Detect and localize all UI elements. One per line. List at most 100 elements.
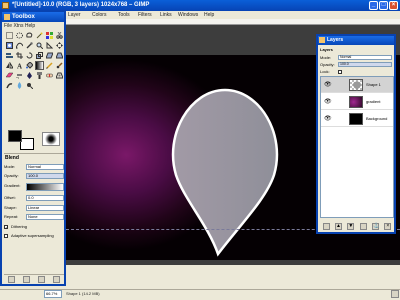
duplicate-layer-icon[interactable] [359,222,367,230]
lock-alpha-checkbox[interactable] [338,70,342,74]
blur-icon[interactable] [15,81,24,90]
delete-layer-icon[interactable]: × [384,222,392,230]
restore-options-icon[interactable] [23,276,30,283]
layers-bottom-bar: ▲ ▼ ⚓ × [320,221,394,231]
clone-icon[interactable] [35,71,44,80]
options-separator [4,153,64,154]
adaptive-supersampling-checkbox[interactable] [4,234,8,238]
raise-layer-icon[interactable]: ▲ [334,222,342,230]
mode-row: Mode: Normal [4,163,64,171]
menu-layer[interactable]: Layer [68,12,81,18]
zoom-select[interactable]: 66.7% [44,290,62,298]
repeat-select[interactable]: None [26,214,64,220]
opacity-slider[interactable]: 100.0 [26,173,64,179]
background-color-swatch[interactable] [20,138,34,150]
layer-row-background[interactable]: 👁 Background [321,111,393,127]
lower-layer-icon[interactable]: ▼ [347,222,355,230]
menu-colors[interactable]: Colors [92,12,106,18]
reset-options-icon[interactable] [53,276,60,283]
image-window-title: *[Untitled]-10.0 (RGB, 3 layers) 1024x76… [12,2,150,8]
gimp-app-icon [4,14,10,20]
zoom-icon[interactable] [35,41,44,50]
paths-icon[interactable] [15,41,24,50]
measure-icon[interactable] [45,41,54,50]
tool-grid: A [5,31,63,90]
navigate-button[interactable] [391,290,399,298]
layer-row-shape1[interactable]: 👁 Shape 1 [321,77,393,93]
repeat-label: Repeat: [4,214,19,219]
shear-icon[interactable] [45,51,54,60]
dodge-burn-icon[interactable] [25,81,34,90]
gimp-app-icon [2,2,9,9]
perspective-clone-icon[interactable] [55,71,64,80]
anchor-layer-icon[interactable]: ⚓ [371,222,379,230]
perspective-icon[interactable] [55,51,64,60]
ink-icon[interactable] [25,71,34,80]
pencil-icon[interactable] [45,61,54,70]
flip-icon[interactable] [5,61,14,70]
scissors-icon[interactable] [55,31,64,40]
paintbrush-icon[interactable] [55,61,64,70]
toolbox-title: Toolbox [12,14,35,20]
foreground-color-swatch[interactable] [8,130,22,142]
shape-select[interactable]: Linear [26,205,64,211]
brush-gradient-preview[interactable] [42,132,60,146]
layer-opacity-slider[interactable]: 100.0 [338,62,392,67]
menu-filters[interactable]: Filters [138,12,152,18]
eye-icon[interactable]: 👁 [324,99,332,105]
rect-select-icon[interactable] [5,31,14,40]
mode-select[interactable]: Normal [26,164,64,170]
menu-help[interactable]: Help [204,12,214,18]
opacity-row: Opacity: 100.0 [4,172,64,180]
offset-slider[interactable]: 0.0 [26,195,64,201]
dithering-checkbox[interactable] [4,224,8,232]
move-icon[interactable] [55,41,64,50]
eraser-icon[interactable] [5,71,14,80]
layer-row-gradient[interactable]: 👁 gradient [321,94,393,110]
maximize-button[interactable]: □ [379,1,388,10]
layer-thumbnail [349,79,363,91]
heal-icon[interactable] [45,71,54,80]
align-icon[interactable] [5,51,14,60]
eye-icon[interactable]: 👁 [324,116,332,122]
toolbox-menu[interactable]: File Xtns Help [4,23,35,29]
dithering-label: Dithering [11,224,28,229]
menu-windows[interactable]: Windows [178,12,198,18]
layer-name: Background [366,116,388,121]
shape-label: Shape: [4,205,17,210]
layer-name: Shape 1 [366,82,381,87]
pin-shape-layer[interactable] [170,87,280,257]
menu-links[interactable]: Links [160,12,172,18]
new-layer-icon[interactable] [322,222,330,230]
menu-tools[interactable]: Tools [118,12,130,18]
bucket-fill-icon[interactable] [25,61,34,70]
fuzzy-select-icon[interactable] [35,31,44,40]
layers-titlebar[interactable]: Layers [318,36,394,45]
delete-options-icon[interactable] [38,276,45,283]
layers-dialog: Layers Layers Mode: Normal Opacity: 100.… [316,34,396,234]
crop-icon[interactable] [15,51,24,60]
ellipse-select-icon[interactable] [15,31,24,40]
adaptive-supersampling-label: Adaptive supersampling [11,233,54,238]
layers-tab-header[interactable]: Layers [320,47,333,52]
lasso-icon[interactable] [25,31,34,40]
close-button[interactable]: × [389,1,398,10]
rotate-icon[interactable] [25,51,34,60]
layer-mode-select[interactable]: Normal [338,55,392,60]
toolbox-titlebar[interactable]: Toolbox [2,12,64,22]
smudge-icon[interactable] [5,81,14,90]
text-icon[interactable]: A [15,61,24,70]
minimize-button[interactable]: _ [369,1,378,10]
gradient-preview[interactable] [26,183,64,191]
airbrush-icon[interactable] [15,71,24,80]
toolbox-bottom-bar [4,274,64,284]
color-select-icon[interactable] [45,31,54,40]
foreground-select-icon[interactable] [5,41,14,50]
layer-opacity-label: Opacity: [320,62,335,67]
color-picker-icon[interactable] [25,41,34,50]
save-options-icon[interactable] [8,276,15,283]
layer-opacity-row: Opacity: 100.0 [320,61,394,68]
eye-icon[interactable]: 👁 [324,82,332,88]
blend-icon[interactable] [35,61,44,70]
scale-icon[interactable] [35,51,44,60]
